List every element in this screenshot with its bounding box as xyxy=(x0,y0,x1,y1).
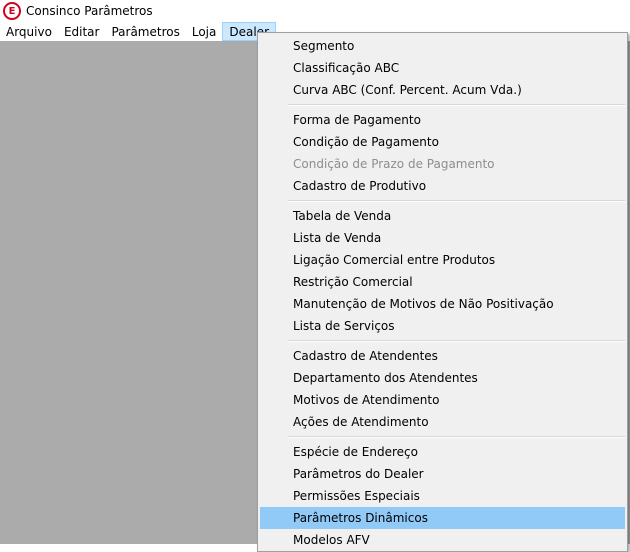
menu-separator xyxy=(288,436,625,438)
menu-item-curva-abc-conf-percent-acum-vda[interactable]: Curva ABC (Conf. Percent. Acum Vda.) xyxy=(260,79,625,101)
menu-arquivo[interactable]: Arquivo xyxy=(0,22,58,41)
dealer-menu-list: Segmento Classificação ABC Curva ABC (Conf… xyxy=(258,33,627,551)
menu-item-lista-de-servicos[interactable]: Lista de Serviços xyxy=(260,315,625,337)
menu-editar[interactable]: Editar xyxy=(58,22,106,41)
menu-item-especie-de-endereco[interactable]: Espécie de Endereço xyxy=(260,441,625,463)
menu-separator xyxy=(288,340,625,342)
menu-item-acoes-de-atendimento[interactable]: Ações de Atendimento xyxy=(260,411,625,433)
menu-item-condicao-de-pagamento[interactable]: Condição de Pagamento xyxy=(260,131,625,153)
menu-separator xyxy=(288,200,625,202)
menu-separator xyxy=(288,104,625,106)
menu-item-tabela-de-venda[interactable]: Tabela de Venda xyxy=(260,205,625,227)
consinco-e-icon: E xyxy=(3,2,21,20)
menu-item-manutencao-de-motivos-de-nao-positivacao[interactable]: Manutenção de Motivos de Não Positivação xyxy=(260,293,625,315)
window-title: Consinco Parâmetros xyxy=(26,4,153,18)
menu-parametros[interactable]: Parâmetros xyxy=(105,22,185,41)
menu-item-classificacao-abc[interactable]: Classificação ABC xyxy=(260,57,625,79)
menu-loja[interactable]: Loja xyxy=(186,22,223,41)
menu-item-parametros-do-dealer[interactable]: Parâmetros do Dealer xyxy=(260,463,625,485)
menu-item-forma-de-pagamento[interactable]: Forma de Pagamento xyxy=(260,109,625,131)
menu-item-departamento-dos-atendentes[interactable]: Departamento dos Atendentes xyxy=(260,367,625,389)
menu-item-permissoes-especiais[interactable]: Permissões Especiais xyxy=(260,485,625,507)
menu-item-condicao-de-prazo-de-pagamento: Condição de Prazo de Pagamento xyxy=(293,157,495,171)
menu-item-cadastro-de-atendentes[interactable]: Cadastro de Atendentes xyxy=(260,345,625,367)
dealer-dropdown-menu: Segmento Classificação ABC Curva ABC (Conf… xyxy=(257,32,628,552)
menu-item-restricao-comercial[interactable]: Restrição Comercial xyxy=(260,271,625,293)
menu-item-cadastro-de-produtivo[interactable]: Cadastro de Produtivo xyxy=(260,175,625,197)
menu-item-motivos-de-atendimento[interactable]: Motivos de Atendimento xyxy=(260,389,625,411)
menu-item-modelos-afv[interactable]: Modelos AFV xyxy=(260,529,625,551)
title-bar: E Consinco Parâmetros xyxy=(0,0,630,22)
menu-item-segmento[interactable]: Segmento xyxy=(260,35,625,57)
menu-item-lista-de-venda[interactable]: Lista de Venda xyxy=(260,227,625,249)
menu-item-ligacao-comercial-entre-produtos[interactable]: Ligação Comercial entre Produtos xyxy=(260,249,625,271)
menu-item-parametros-dinamicos[interactable]: Parâmetros Dinâmicos xyxy=(260,507,625,529)
